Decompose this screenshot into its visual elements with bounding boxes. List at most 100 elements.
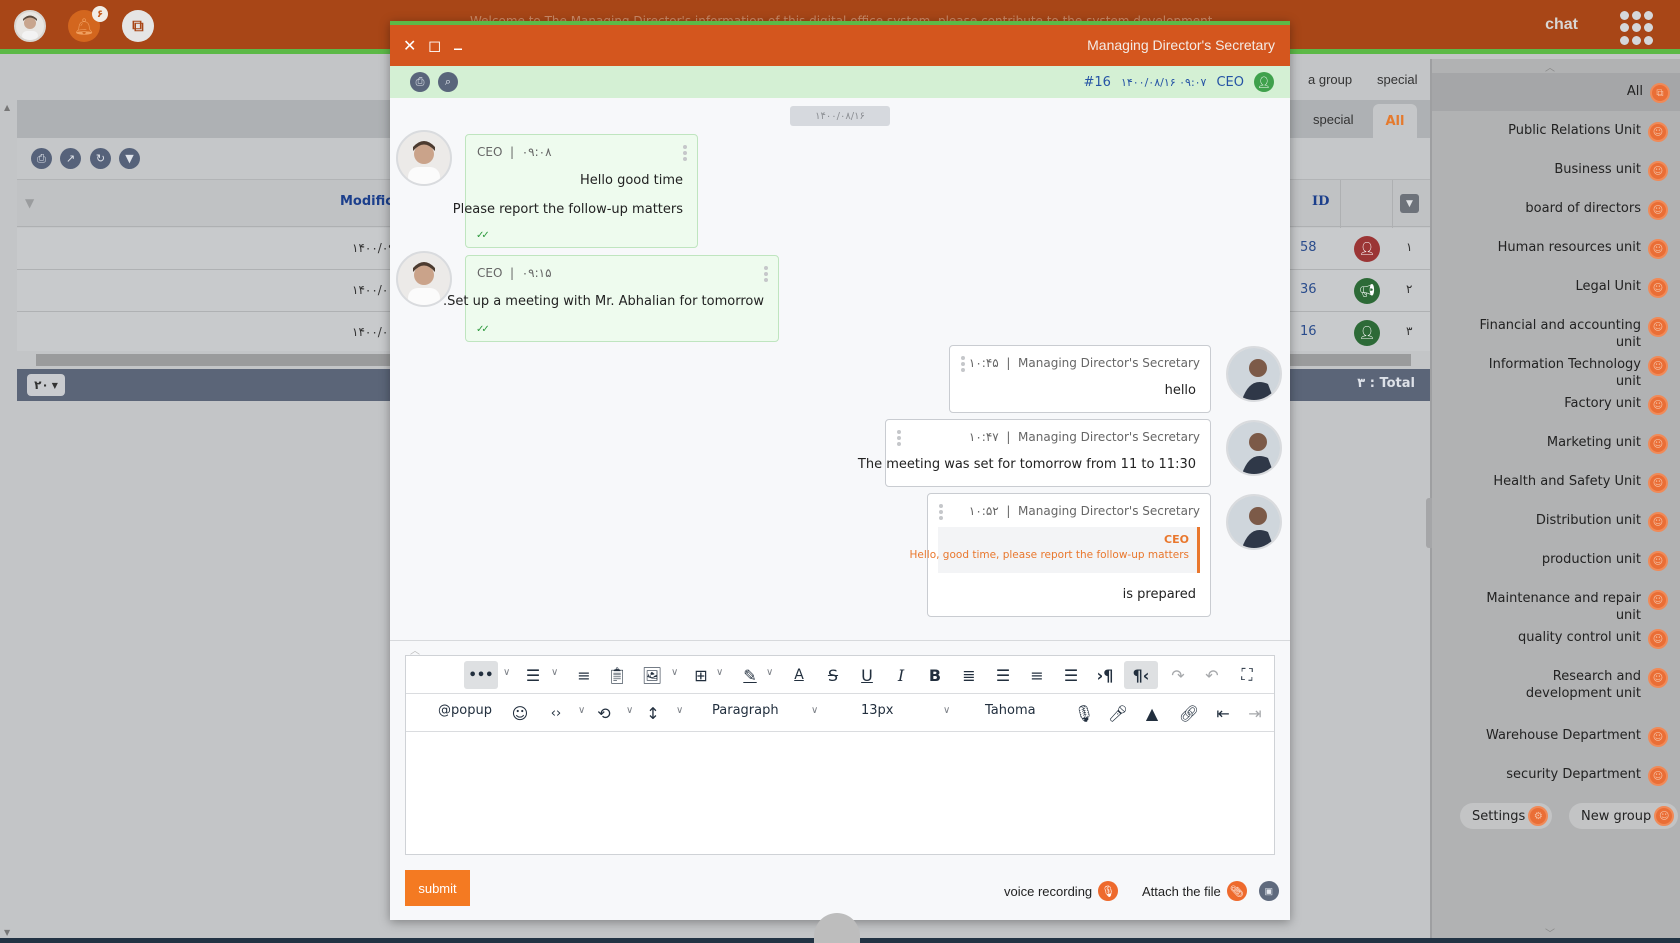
sidebar-item[interactable]: Financial and accounting unit ☺ [1471,317,1668,351]
search-icon[interactable]: ⌕ [438,72,458,92]
block-format-select[interactable]: Paragraph [712,703,779,718]
scroll-knob[interactable] [814,913,860,943]
chat-message[interactable]: ۱۰:۵۲ | Managing Director's Secretary CE… [910,493,1211,617]
page-size-select[interactable]: ۲۰ ▼ [27,374,65,396]
chevron-down-icon[interactable]: ∨ [811,705,818,716]
sidebar-scroll-up-icon[interactable]: ︿ [1545,59,1555,74]
message-input[interactable] [406,732,1274,854]
scroll-up-arrow-icon[interactable]: ▲ [4,103,10,112]
undo-icon[interactable]: ↶ [1200,661,1224,689]
link-icon[interactable]: 🔗︎ [1177,699,1201,727]
image-icon[interactable]: 🖼︎ [640,661,664,689]
tab-a-group[interactable]: a group [1308,72,1352,87]
message-menu-icon[interactable] [939,504,943,520]
minimize-icon[interactable]: _ [454,31,462,50]
bold-icon[interactable]: B [923,661,947,689]
sidebar-item[interactable]: Distribution unit ☺ [1536,512,1668,532]
chevron-down-icon[interactable]: ∨ [676,705,683,716]
message-menu-icon[interactable] [897,430,901,446]
source-code-icon[interactable]: ‹› [544,699,568,727]
attach-file-button[interactable]: Attach the file 📎︎ ▣ [1142,881,1279,901]
new-group-button[interactable]: New group ☺ [1569,803,1679,829]
refresh-icon[interactable]: ↻ [90,148,111,169]
microphone-icon[interactable]: 🎙︎ [1072,699,1096,727]
windows-icon[interactable]: ⧉ [122,10,154,42]
close-icon[interactable]: ✕ [403,36,416,55]
column-menu-dropdown-icon[interactable]: ▼ [1400,194,1419,213]
clear-formatting-icon[interactable]: ▲ [1140,699,1164,727]
chevron-down-icon[interactable]: ∨ [671,667,678,678]
ltr-indent-icon[interactable]: ⇥ [1243,699,1267,727]
text-color-icon[interactable]: A [787,661,811,689]
filter-icon[interactable]: ▼ [119,148,140,169]
chevron-down-icon[interactable]: ∨ [578,705,585,716]
history-icon[interactable]: ⟲ [592,699,616,727]
column-header-id[interactable]: ID [1312,194,1329,209]
chat-message[interactable]: ۱۰:۴۵ | Managing Director's Secretary he… [949,345,1211,413]
sidebar-item-all[interactable]: All ⧉ [1432,73,1680,111]
attachment-gallery-icon[interactable]: ▣ [1258,881,1279,901]
sidebar-item[interactable]: Factory unit ☺ [1564,395,1668,415]
chat-message[interactable]: CEO | ۰۹:۰۸ Hello good time Please repor… [453,134,698,248]
align-center-icon[interactable]: ≡ [1025,661,1049,689]
chevron-down-icon[interactable]: ∨ [503,667,510,678]
sidebar-item[interactable]: Health and Safety Unit ☺ [1493,473,1668,493]
underline-icon[interactable]: U [855,661,879,689]
chevron-down-icon[interactable]: ∨ [626,705,633,716]
mention-popup-button[interactable]: @popup [438,703,492,718]
column-filter-icon[interactable]: ▼ [25,196,34,210]
apps-grid-icon[interactable] [1620,11,1654,45]
chat-message[interactable]: ۱۰:۴۷ | Managing Director's Secretary Th… [858,419,1211,487]
ltr-direction-icon[interactable]: ›¶ [1093,661,1117,689]
align-justify-icon[interactable]: ≣ [957,661,981,689]
chevron-down-icon[interactable]: ∨ [551,667,558,678]
chevron-down-icon[interactable]: ∨ [943,705,950,716]
sidebar-item[interactable]: board of directors ☺ [1525,200,1668,220]
paste-icon[interactable]: 📋︎ [605,661,629,689]
line-height-icon[interactable]: ↕ [641,699,665,727]
sidebar-item[interactable]: security Department ☺ [1506,766,1668,786]
sidebar-item[interactable]: Warehouse Department ☺ [1486,727,1668,747]
sidebar-item[interactable]: Information Technology unit ☺ [1471,356,1668,390]
chevron-down-icon[interactable]: ∨ [716,667,723,678]
rtl-indent-icon[interactable]: ⇤ [1211,699,1235,727]
sidebar-item[interactable]: Research and development unit ☺ [1471,668,1668,702]
tab-all[interactable]: All [1373,104,1417,138]
scroll-down-arrow-icon[interactable]: ▼ [4,928,10,937]
chat-message[interactable]: CEO | ۰۹:۱۵ .Set up a meeting with Mr. A… [443,255,779,342]
settings-button[interactable]: Settings ⚙ [1460,803,1553,829]
print-icon[interactable]: ⎙ [410,72,430,92]
italic-icon[interactable]: I [889,661,913,689]
numbered-list-icon[interactable]: ≡ [572,661,596,689]
submit-button[interactable]: submit [405,870,470,906]
sidebar-item[interactable]: Human resources unit ☺ [1498,239,1668,259]
align-left-icon[interactable]: ☰ [1059,661,1083,689]
sidebar-item[interactable]: production unit ☺ [1542,551,1668,571]
message-menu-icon[interactable] [961,356,965,372]
sidebar-resize-handle[interactable] [1426,498,1432,548]
redo-icon[interactable]: ↷ [1166,661,1190,689]
bullet-list-icon[interactable]: ☰ [521,661,545,689]
voice-settings-icon[interactable]: 🎤︎ [1106,699,1130,727]
tab-special[interactable]: special [1377,72,1417,87]
more-options-icon[interactable]: ••• [464,661,498,689]
quoted-message[interactable]: CEO Hello, good time, please report the … [910,527,1200,573]
print-icon[interactable]: ⎙ [31,148,52,169]
user-avatar[interactable] [14,10,46,42]
chevron-down-icon[interactable]: ∨ [766,667,773,678]
font-family-select[interactable]: Tahoma [985,703,1036,718]
sidebar-item[interactable]: Marketing unit ☺ [1547,434,1668,454]
highlight-color-icon[interactable]: ✎ [738,661,762,689]
message-menu-icon[interactable] [683,145,687,161]
fullscreen-icon[interactable]: ⛶ [1235,661,1259,689]
emoji-icon[interactable]: ☺ [508,699,532,727]
maximize-icon[interactable]: ◻ [428,36,441,55]
export-icon[interactable]: ↗ [60,148,81,169]
sidebar-item[interactable]: Public Relations Unit ☺ [1508,122,1668,142]
align-right-icon[interactable]: ☰ [991,661,1015,689]
strikethrough-icon[interactable]: S [821,661,845,689]
sidebar-item[interactable]: quality control unit ☺ [1518,629,1668,649]
rtl-direction-icon[interactable]: ¶‹ [1124,661,1158,689]
chat-titlebar[interactable]: ✕ ◻ _ Managing Director's Secretary [390,25,1290,66]
sidebar-item[interactable]: Business unit ☺ [1554,161,1668,181]
